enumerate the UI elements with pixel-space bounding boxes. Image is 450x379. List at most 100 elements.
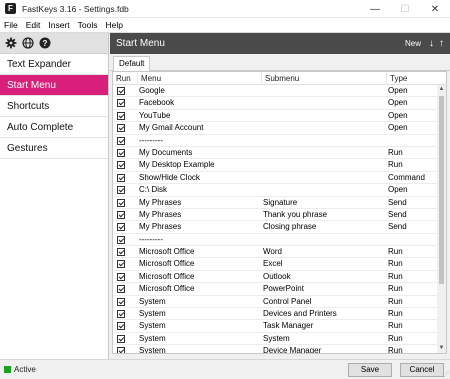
menu-help[interactable]: Help (101, 20, 126, 30)
table-row[interactable]: My Gmail Account Open (113, 122, 446, 135)
table-row[interactable]: Facebook Open (113, 97, 446, 110)
run-checkbox[interactable] (117, 124, 125, 133)
submenu-cell: Thank you phrase (263, 209, 328, 219)
sidebar-item-start-menu[interactable]: Start Menu (0, 75, 108, 96)
submenu-cell (263, 172, 385, 184)
submenu-cell: Signature (263, 197, 298, 207)
status-indicator-icon (4, 366, 11, 373)
sidebar-item-shortcuts[interactable]: Shortcuts (0, 96, 108, 117)
menu-cell: Microsoft Office (139, 247, 195, 257)
gear-icon[interactable] (5, 37, 17, 49)
column-header-type[interactable]: Type (386, 72, 438, 85)
menu-cell: My Phrases (139, 222, 182, 232)
submenu-cell (263, 85, 385, 97)
table-row[interactable]: System Device Manager Run (113, 345, 446, 354)
table-row[interactable]: My Documents Run (113, 147, 446, 160)
tab-default[interactable]: Default (113, 56, 151, 72)
save-button[interactable]: Save (348, 363, 392, 377)
run-checkbox[interactable] (117, 210, 125, 219)
table-row[interactable]: My Phrases Signature Send (113, 197, 446, 209)
table-row[interactable]: System Control Panel Run (113, 296, 446, 309)
run-checkbox[interactable] (117, 334, 125, 343)
move-up-icon[interactable]: ↑ (439, 38, 444, 49)
run-checkbox[interactable] (117, 136, 125, 145)
type-cell: Run (388, 247, 403, 257)
sidebar-item-gestures[interactable]: Gestures (0, 138, 108, 159)
type-cell: Run (388, 321, 403, 331)
scroll-down-icon[interactable]: ▼ (437, 344, 446, 353)
run-checkbox[interactable] (117, 310, 125, 319)
type-cell: Run (388, 259, 403, 269)
run-checkbox[interactable] (117, 248, 125, 257)
table-row[interactable]: --------- (113, 234, 446, 247)
run-checkbox[interactable] (117, 148, 125, 157)
run-checkbox[interactable] (117, 223, 125, 232)
run-checkbox[interactable] (117, 347, 125, 353)
run-checkbox[interactable] (117, 322, 125, 331)
globe-icon[interactable] (22, 37, 34, 49)
cancel-button[interactable]: Cancel (400, 363, 444, 377)
status-bar: Active Save Cancel ⋰ (0, 359, 450, 379)
table-row[interactable]: --------- (113, 135, 446, 147)
run-checkbox[interactable] (117, 161, 125, 170)
menu-cell: System (139, 346, 166, 354)
header-actions: New ↓ ↑ (405, 33, 444, 54)
menu-cell: --------- (139, 234, 163, 244)
run-checkbox[interactable] (117, 285, 125, 294)
run-checkbox[interactable] (117, 173, 125, 182)
type-cell (388, 234, 438, 246)
scroll-up-icon[interactable]: ▲ (437, 85, 446, 94)
menu-cell: System (139, 333, 166, 343)
table-row[interactable]: My Desktop Example Run (113, 159, 446, 172)
run-checkbox[interactable] (117, 235, 125, 244)
submenu-cell: Device Manager (263, 346, 322, 354)
menu-edit[interactable]: Edit (22, 20, 45, 30)
run-checkbox[interactable] (117, 272, 125, 281)
menu-cell: My Phrases (139, 197, 182, 207)
table-row[interactable]: My Phrases Thank you phrase Send (113, 209, 446, 222)
run-checkbox[interactable] (117, 87, 125, 95)
column-header-run[interactable]: Run (113, 72, 137, 85)
column-header-submenu[interactable]: Submenu (261, 72, 386, 85)
table-row[interactable]: Show/Hide Clock Command (113, 172, 446, 185)
table-row[interactable]: Microsoft Office Excel Run (113, 258, 446, 271)
vertical-scrollbar[interactable]: ▲ ▼ (437, 85, 446, 353)
sidebar-item-auto-complete[interactable]: Auto Complete (0, 117, 108, 138)
sidebar-toolbar: ? (0, 33, 108, 54)
run-checkbox[interactable] (117, 111, 125, 120)
maximize-button[interactable]: ☐ (390, 0, 420, 18)
new-button[interactable]: New (405, 39, 421, 48)
run-checkbox[interactable] (117, 99, 125, 108)
table-row[interactable]: My Phrases Closing phrase Send (113, 221, 446, 234)
sidebar-item-text-expander[interactable]: Text Expander (0, 54, 108, 75)
run-checkbox[interactable] (117, 198, 125, 207)
close-button[interactable]: ✕ (420, 0, 450, 18)
sidebar: ? Text Expander Start Menu Shortcuts Aut… (0, 33, 109, 359)
menu-cell: My Desktop Example (139, 160, 215, 170)
move-down-icon[interactable]: ↓ (429, 38, 434, 49)
tab-bar: Default (110, 55, 450, 72)
resize-grip-icon[interactable]: ⋰ (443, 371, 449, 378)
table-row[interactable]: System Devices and Printers Run (113, 308, 446, 321)
table-row[interactable]: System System Run (113, 333, 446, 346)
run-checkbox[interactable] (117, 186, 125, 195)
column-header-menu[interactable]: Menu (137, 72, 261, 85)
menu-file[interactable]: File (0, 20, 22, 30)
app-logo-icon: F (5, 3, 16, 14)
menu-cell: --------- (139, 135, 163, 145)
type-cell (388, 135, 438, 147)
help-icon[interactable]: ? (39, 37, 51, 49)
menu-tools[interactable]: Tools (74, 20, 102, 30)
table-row[interactable]: YouTube Open (113, 110, 446, 123)
table-row[interactable]: Google Open (113, 85, 446, 98)
run-checkbox[interactable] (117, 260, 125, 269)
minimize-button[interactable]: — (360, 0, 390, 18)
menu-insert[interactable]: Insert (44, 20, 73, 30)
run-checkbox[interactable] (117, 297, 125, 306)
table-row[interactable]: Microsoft Office Word Run (113, 246, 446, 259)
table-row[interactable]: System Task Manager Run (113, 320, 446, 333)
scrollbar-thumb[interactable] (439, 96, 444, 284)
table-row[interactable]: Microsoft Office Outlook Run (113, 271, 446, 284)
table-row[interactable]: C:\ Disk Open (113, 184, 446, 197)
table-row[interactable]: Microsoft Office PowerPoint Run (113, 283, 446, 296)
